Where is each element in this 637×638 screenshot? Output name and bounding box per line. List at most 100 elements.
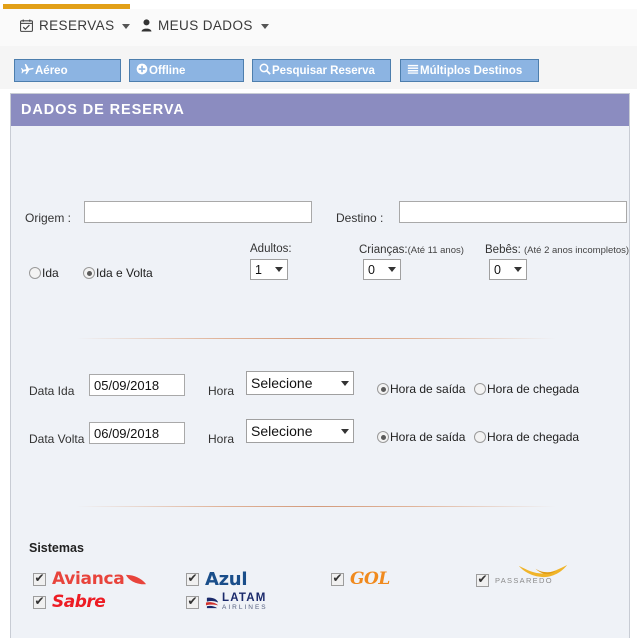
latam-rose-icon xyxy=(205,597,219,608)
sistema-gol-checkbox[interactable] xyxy=(331,571,344,586)
radio-ida[interactable]: Ida xyxy=(29,266,59,280)
gol-logo-text: GOL xyxy=(350,569,390,589)
sistema-avianca-checkbox[interactable] xyxy=(33,571,46,586)
section-divider xyxy=(76,338,556,339)
app-window: RESERVAS MEUS DADOS Aéreo Offline Pesqui… xyxy=(0,0,637,638)
sistema-passaredo[interactable]: PASSAREDO xyxy=(476,565,575,589)
criancas-value: 0 xyxy=(368,262,375,277)
tab-pesquisar-reserva-label: Pesquisar Reserva xyxy=(272,64,375,77)
sistema-avianca[interactable]: Avianca xyxy=(33,569,147,589)
search-icon xyxy=(259,63,271,78)
radio-hora-saida-ida[interactable]: Hora de saída xyxy=(377,382,465,396)
tab-offline-label: Offline xyxy=(149,64,186,77)
criancas-select[interactable]: 0 xyxy=(363,259,401,280)
passaredo-logo-text: PASSAREDO xyxy=(495,576,553,585)
tab-multiplos-destinos-label: Múltiplos Destinos xyxy=(420,64,523,77)
data-ida-label: Data Ida xyxy=(29,384,75,398)
radio-hora-chegada-volta-indicator xyxy=(474,431,486,443)
radio-hora-chegada-ida-indicator xyxy=(474,383,486,395)
sistema-gol[interactable]: GOL xyxy=(331,569,390,589)
radio-hora-saida-volta-label: Hora de saída xyxy=(390,430,466,444)
origem-input[interactable] xyxy=(84,201,312,223)
latam-logo-subtext: AIRLINES xyxy=(222,604,268,611)
bebes-select[interactable]: 0 xyxy=(489,259,527,280)
avianca-swoosh-icon xyxy=(126,574,147,584)
chevron-down-icon xyxy=(341,428,349,434)
passaredo-logo: PASSAREDO xyxy=(495,565,575,589)
avianca-logo-text: Avianca xyxy=(52,569,125,589)
reservation-panel: DADOS DE RESERVA Origem : Destino : Ida … xyxy=(10,93,630,638)
data-volta-input[interactable] xyxy=(89,422,185,444)
azul-logo-text: Azul xyxy=(205,569,248,590)
radio-hora-saida-volta[interactable]: Hora de saída xyxy=(377,430,465,444)
radio-hora-chegada-volta-label: Hora de chegada xyxy=(487,430,580,444)
radio-hora-saida-volta-indicator xyxy=(377,431,389,443)
sistema-sabre-checkbox[interactable] xyxy=(33,594,46,609)
origem-label: Origem : xyxy=(25,211,72,225)
page-title: DADOS DE RESERVA xyxy=(21,102,185,118)
user-icon xyxy=(141,19,152,32)
radio-hora-chegada-volta[interactable]: Hora de chegada xyxy=(474,430,579,444)
radio-ida-label: Ida xyxy=(42,266,59,280)
radio-ida-e-volta-indicator xyxy=(83,267,95,279)
tab-pesquisar-reserva[interactable]: Pesquisar Reserva xyxy=(252,59,391,82)
radio-hora-saida-ida-label: Hora de saída xyxy=(390,382,466,396)
hora-volta-label: Hora xyxy=(208,432,235,446)
sistema-latam-checkbox[interactable] xyxy=(186,594,199,609)
adultos-value: 1 xyxy=(255,262,262,277)
radio-ida-e-volta[interactable]: Ida e Volta xyxy=(83,266,153,280)
chevron-down-icon xyxy=(388,267,396,272)
plane-icon xyxy=(21,63,34,78)
menu-item-reservas-label: RESERVAS xyxy=(39,18,115,33)
tab-aereo-label: Aéreo xyxy=(35,64,68,77)
sistema-sabre[interactable]: Sabre xyxy=(33,592,106,612)
criancas-note: (Até 11 anos) xyxy=(407,245,464,256)
hora-ida-value: Selecione xyxy=(251,375,313,391)
hora-volta-select[interactable]: Selecione xyxy=(246,419,354,443)
chevron-down-icon xyxy=(260,24,269,29)
hora-volta-value: Selecione xyxy=(251,423,313,439)
hora-ida-select[interactable]: Selecione xyxy=(246,371,354,395)
sistema-azul-checkbox[interactable] xyxy=(186,571,199,586)
criancas-label-text: Crianças: xyxy=(359,244,408,256)
tab-offline[interactable]: Offline xyxy=(129,59,244,82)
sabre-logo-text: Sabre xyxy=(52,592,106,612)
bebes-note: (Até 2 anos incompletos) xyxy=(524,245,630,256)
menu-item-meus-dados-label: MEUS DADOS xyxy=(158,18,253,33)
sistemas-label: Sistemas xyxy=(29,541,84,555)
data-ida-input[interactable] xyxy=(89,374,185,396)
avianca-logo: Avianca xyxy=(52,569,147,589)
chevron-down-icon xyxy=(341,380,349,386)
adultos-label-text: Adultos: xyxy=(250,243,292,255)
latam-logo: LATAM AIRLINES xyxy=(205,592,268,612)
radio-hora-chegada-ida-label: Hora de chegada xyxy=(487,382,580,396)
bebes-label: Bebês: (Até 2 anos incompletos) xyxy=(485,244,629,256)
chevron-down-icon xyxy=(514,267,522,272)
page-load-progress-track xyxy=(0,2,637,10)
tab-multiplos-destinos[interactable]: Múltiplos Destinos xyxy=(400,59,539,82)
panel-header: DADOS DE RESERVA xyxy=(11,94,629,126)
criancas-label: Crianças:(Até 11 anos) xyxy=(359,244,464,256)
adultos-select[interactable]: 1 xyxy=(250,259,288,280)
list-icon xyxy=(407,63,419,78)
destino-input[interactable] xyxy=(399,201,627,223)
section-divider xyxy=(76,506,556,507)
tab-aereo[interactable]: Aéreo xyxy=(14,59,121,82)
menu-item-meus-dados[interactable]: MEUS DADOS xyxy=(141,18,269,33)
calendar-icon xyxy=(20,19,33,32)
hora-ida-label: Hora xyxy=(208,384,235,398)
sistema-passaredo-checkbox[interactable] xyxy=(476,572,489,587)
radio-ida-indicator xyxy=(29,267,41,279)
panel-body: Origem : Destino : Ida Ida e Volta Adult… xyxy=(11,126,629,637)
sistema-azul[interactable]: Azul xyxy=(186,569,248,590)
sistema-latam[interactable]: LATAM AIRLINES xyxy=(186,592,268,612)
adultos-label: Adultos: xyxy=(250,243,292,255)
bebes-value: 0 xyxy=(494,262,501,277)
data-volta-label: Data Volta xyxy=(29,432,85,446)
bebes-label-text: Bebês: xyxy=(485,244,521,256)
menu-item-reservas[interactable]: RESERVAS xyxy=(20,18,131,33)
chevron-down-icon xyxy=(275,267,283,272)
radio-hora-chegada-ida[interactable]: Hora de chegada xyxy=(474,382,579,396)
destino-label: Destino : xyxy=(336,211,384,225)
chevron-down-icon xyxy=(122,24,131,29)
